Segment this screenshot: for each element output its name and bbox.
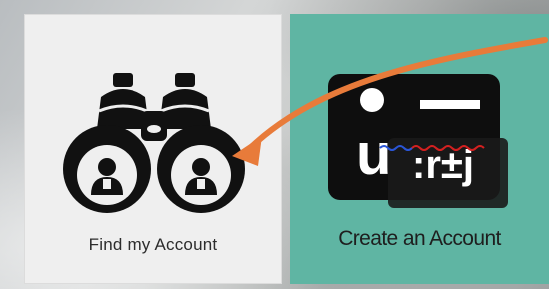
find-account-tile[interactable]: Find my Account (24, 14, 282, 284)
create-account-label: Create an Account (338, 227, 501, 250)
create-account-tile[interactable]: u :r±j Create an Account (290, 14, 549, 284)
id-card-icon: u :r±j (328, 74, 528, 214)
find-account-label: Find my Account (88, 235, 218, 254)
id-icon-mark: u (356, 122, 391, 187)
binoculars-icon (61, 71, 247, 221)
